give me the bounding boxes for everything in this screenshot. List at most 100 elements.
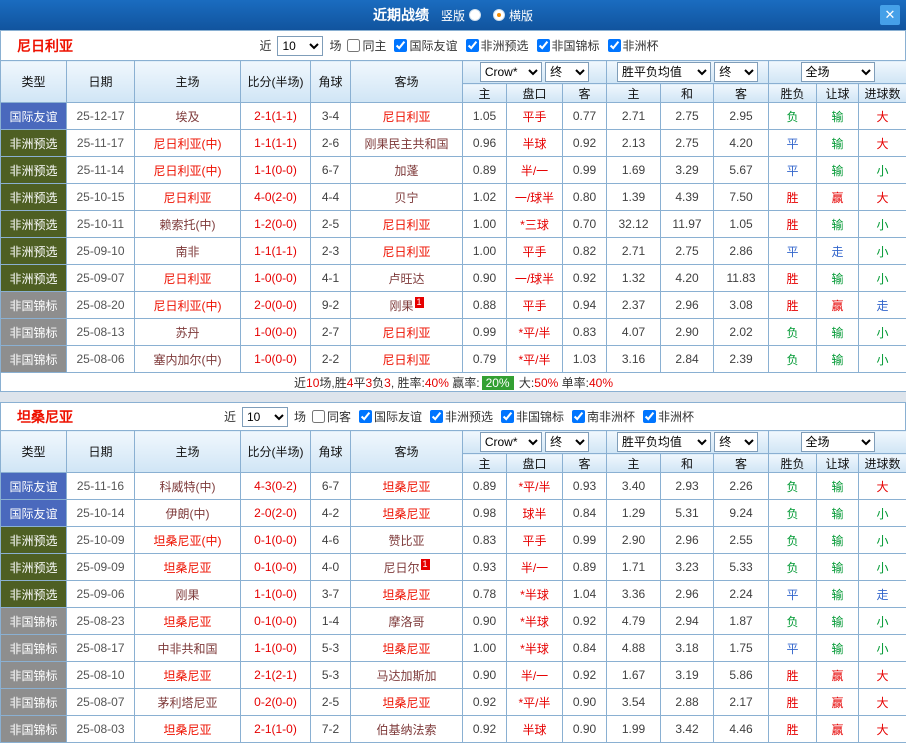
cell-date: 25-11-16 <box>66 472 135 500</box>
checkbox-input[interactable] <box>311 410 325 423</box>
filter-checkbox[interactable]: 非国锦标 <box>501 408 564 425</box>
col-avg-draw: 和 <box>660 453 714 473</box>
cell-avg-away: 2.17 <box>712 688 770 716</box>
competition-filters: 同客 国际友谊 非洲预选 非国锦标 南非洲杯 非洲杯 <box>311 408 694 425</box>
avg-final-select[interactable]: 终 <box>714 432 759 452</box>
cell-away-team: 坦桑尼亚 <box>350 634 463 662</box>
filter-checkbox[interactable]: 南非洲杯 <box>572 408 635 425</box>
cell-date: 25-11-14 <box>66 156 135 184</box>
cell-avg-draw: 2.75 <box>660 129 714 157</box>
cell-avg-home: 1.29 <box>606 499 661 527</box>
cell-handicap: *平/半 <box>506 472 563 500</box>
cell-date: 25-10-15 <box>66 183 135 211</box>
checkbox-input[interactable] <box>465 39 479 52</box>
cell-away-team: 坦桑尼亚 <box>350 580 463 608</box>
odds-final-select[interactable]: 终 <box>545 432 590 452</box>
filter-checkbox[interactable]: 同主 <box>347 37 386 54</box>
match-row: 非洲预选 25-09-10 南非 1-1(1-1) 2-3 尼日利亚 1.00 平手 0.82 2… <box>0 237 906 265</box>
cell-odds-away: 0.90 <box>562 715 607 743</box>
cell-corners: 4-6 <box>310 526 351 554</box>
layout-vertical-option[interactable]: 竖版 <box>441 7 481 24</box>
cell-type: 非洲预选 <box>0 526 67 554</box>
cell-home-team: 中非共和国 <box>134 634 241 662</box>
avg-select[interactable]: 胜平负均值 <box>616 432 711 452</box>
cell-corners: 5-3 <box>310 661 351 689</box>
cell-type: 非洲预选 <box>0 210 67 238</box>
filter-checkbox[interactable]: 非洲杯 <box>643 408 694 425</box>
cell-goals-result: 大 <box>858 688 906 716</box>
cell-avg-draw: 3.23 <box>660 553 714 581</box>
cell-result: 胜 <box>768 183 818 211</box>
cell-goals-result: 小 <box>858 210 906 238</box>
cell-goals-result: 小 <box>858 318 906 346</box>
cell-avg-draw: 3.18 <box>660 634 714 662</box>
checkbox-input[interactable] <box>347 39 361 52</box>
match-row: 国际友谊 25-12-17 埃及 2-1(1-1) 3-4 尼日利亚 1.05 平手 0.77 2… <box>0 102 906 130</box>
checkbox-input[interactable] <box>430 410 443 423</box>
close-icon[interactable]: ✕ <box>880 5 900 25</box>
cell-home-team: 坦桑尼亚 <box>134 661 241 689</box>
checkbox-input[interactable] <box>643 410 657 423</box>
bookmaker-select[interactable]: Crow* <box>479 62 542 82</box>
filter-checkbox[interactable]: 国际友谊 <box>358 408 422 425</box>
cell-away-team: 尼日利亚 <box>350 345 463 373</box>
scope-select[interactable]: 全场 <box>800 432 875 452</box>
cell-odds-home: 0.92 <box>462 688 507 716</box>
match-count-select[interactable]: 10 <box>241 406 288 427</box>
match-row: 国际友谊 25-11-16 科威特(中) 4-3(0-2) 6-7 坦桑尼亚 0.89 *平/… <box>0 472 906 500</box>
cell-score: 1-1(0-0) <box>240 634 311 662</box>
match-row: 非洲预选 25-09-09 坦桑尼亚 0-1(0-0) 4-0 尼日尔 1 0.93 半/一 0.… <box>0 553 906 581</box>
checkbox-input[interactable] <box>501 410 515 423</box>
cell-handicap-result: 赢 <box>816 661 860 689</box>
checkbox-input[interactable] <box>536 39 550 52</box>
col-date: 日期 <box>66 430 135 473</box>
cell-avg-draw: 2.90 <box>660 318 714 346</box>
checkbox-input[interactable] <box>607 39 621 52</box>
odds-final-select[interactable]: 终 <box>545 62 590 82</box>
cell-handicap-result: 输 <box>816 156 860 184</box>
summary-text: 40% <box>424 375 449 390</box>
cell-result: 负 <box>768 607 818 635</box>
avg-final-select[interactable]: 终 <box>714 62 759 82</box>
cell-corners: 6-7 <box>310 156 351 184</box>
cell-odds-home: 0.83 <box>462 526 507 554</box>
filter-checkbox[interactable]: 非洲预选 <box>465 37 529 54</box>
cell-type: 非洲预选 <box>0 264 67 292</box>
horizontal-radio-icon[interactable] <box>493 9 505 21</box>
cell-odds-away: 0.80 <box>562 183 607 211</box>
avg-select[interactable]: 胜平负均值 <box>616 62 711 82</box>
cell-corners: 5-3 <box>310 634 351 662</box>
checkbox-input[interactable] <box>572 410 586 423</box>
scope-select[interactable]: 全场 <box>800 62 875 82</box>
cell-avg-draw: 3.19 <box>660 661 714 689</box>
checkbox-input[interactable] <box>358 410 372 423</box>
checkbox-input[interactable] <box>394 39 408 52</box>
filter-checkbox[interactable]: 非国锦标 <box>536 37 600 54</box>
col-odds-away: 客 <box>562 83 607 103</box>
cell-score: 2-1(1-1) <box>240 102 311 130</box>
cell-handicap-result: 输 <box>816 264 860 292</box>
cell-handicap: 半球 <box>506 129 563 157</box>
filter-checkbox[interactable]: 同客 <box>311 408 351 425</box>
summary-text: 单率: <box>558 375 589 390</box>
cell-score: 2-1(1-0) <box>240 715 311 743</box>
cell-away-team: 刚果民主共和国 <box>350 129 463 157</box>
cell-away-team: 尼日利亚 <box>350 210 463 238</box>
cell-goals-result: 大 <box>858 102 906 130</box>
vertical-radio-icon[interactable] <box>469 9 481 21</box>
cell-goals-result: 小 <box>858 553 906 581</box>
cell-avg-home: 4.07 <box>606 318 661 346</box>
matches-table-tanzania: 类型 日期 主场 比分(半场) 角球 客场 Crow* 终 胜平负均值 终 全场… <box>0 430 906 743</box>
bookmaker-select[interactable]: Crow* <box>479 432 542 452</box>
filter-checkbox[interactable]: 国际友谊 <box>394 37 458 54</box>
filter-checkbox[interactable]: 非洲杯 <box>607 37 659 54</box>
cell-corners: 1-4 <box>310 607 351 635</box>
match-count-select[interactable]: 10 <box>277 35 324 56</box>
filter-checkbox[interactable]: 非洲预选 <box>430 408 493 425</box>
col-handicap: 盘口 <box>506 453 563 473</box>
cell-odds-home: 0.93 <box>462 553 507 581</box>
cell-result: 胜 <box>768 715 818 743</box>
cell-odds-away: 1.03 <box>562 345 607 373</box>
layout-horizontal-option[interactable]: 横版 <box>493 7 533 24</box>
cell-handicap-result: 输 <box>816 210 860 238</box>
